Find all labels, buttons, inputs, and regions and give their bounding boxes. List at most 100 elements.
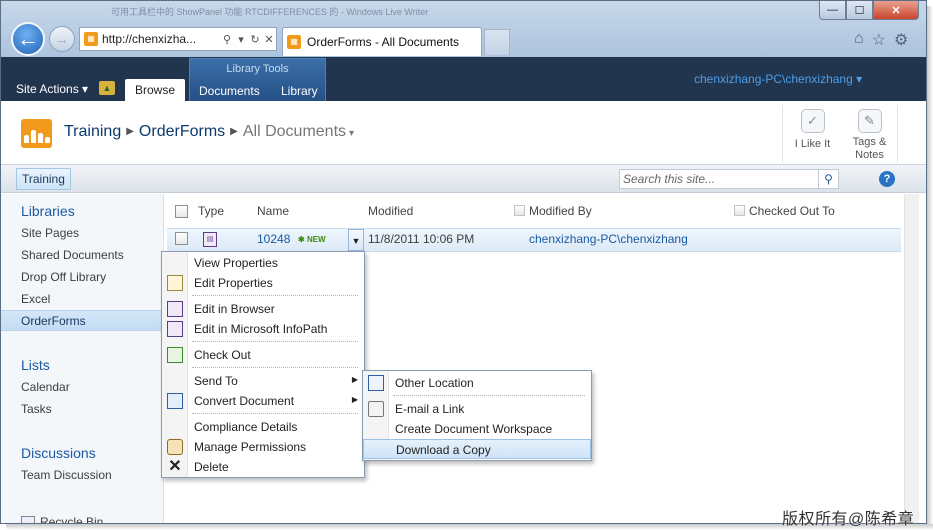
breadcrumb-training[interactable]: Training xyxy=(64,123,121,140)
tab-documents[interactable]: Documents xyxy=(199,84,260,98)
ql-item-orderforms[interactable]: OrderForms xyxy=(1,310,164,331)
chevron-down-icon: ▼ xyxy=(351,236,361,246)
ql-lists-heading[interactable]: Lists xyxy=(21,357,50,373)
browser-window: 可用工具栏中的 ShowPanel 功能 RTCDIFFERENCES 的 - … xyxy=(0,0,927,524)
ql-item-drop-off-library[interactable]: Drop Off Library xyxy=(21,270,106,284)
tab-library[interactable]: Library xyxy=(281,84,318,98)
column-checkbox-checked-out[interactable] xyxy=(734,205,745,216)
menu-item-convert-document[interactable]: Convert Document ▶ xyxy=(162,391,364,411)
tags-notes-button[interactable]: ✎ Tags & Notes xyxy=(842,105,898,163)
stop-icon[interactable]: ✕ xyxy=(262,33,276,46)
menu-item-create-document-workspace[interactable]: Create Document Workspace xyxy=(363,419,591,439)
menu-item-manage-permissions[interactable]: Manage Permissions xyxy=(162,437,364,457)
menu-item-view-properties[interactable]: View Properties xyxy=(162,253,364,273)
site-actions-menu[interactable]: Site Actions ▾ xyxy=(16,82,88,96)
maximize-button[interactable]: ☐ xyxy=(846,1,873,20)
back-button[interactable]: ← xyxy=(11,22,45,56)
ql-item-calendar[interactable]: Calendar xyxy=(21,380,70,394)
row-checkbox[interactable] xyxy=(175,232,188,245)
other-location-icon xyxy=(368,375,384,391)
i-like-it-label: I Like It xyxy=(794,138,831,150)
menu-item-other-location[interactable]: Other Location xyxy=(363,373,591,393)
view-dropdown-icon[interactable]: ▾ xyxy=(349,128,354,139)
ql-item-tasks[interactable]: Tasks xyxy=(21,402,52,416)
send-to-submenu: Other Location E-mail a Link Create Docu… xyxy=(362,370,592,461)
infopath-icon xyxy=(167,321,183,337)
column-header-type[interactable]: Type xyxy=(198,204,224,218)
item-menu-dropdown[interactable]: ▼ xyxy=(348,229,364,251)
arrow-left-icon: ← xyxy=(17,26,39,51)
refresh-icon[interactable]: ↻ xyxy=(248,33,262,46)
menu-item-email-a-link[interactable]: E-mail a Link xyxy=(363,399,591,419)
i-like-it-button[interactable]: ✓ I Like It xyxy=(782,105,842,163)
navigate-up-icon[interactable]: ▲ xyxy=(99,81,115,95)
recycle-bin-icon xyxy=(21,516,35,523)
menu-item-edit-in-browser[interactable]: Edit in Browser xyxy=(162,299,364,319)
breadcrumb-view[interactable]: All Documents xyxy=(243,123,346,140)
document-name-link[interactable]: 10248 xyxy=(257,232,290,246)
delete-icon: ✕ xyxy=(168,458,182,475)
modified-date: 11/8/2011 10:06 PM xyxy=(368,232,475,246)
tab-browse[interactable]: Browse xyxy=(125,79,185,101)
ql-item-team-discussion[interactable]: Team Discussion xyxy=(21,468,112,482)
convert-document-icon xyxy=(167,393,183,409)
vertical-scrollbar[interactable] xyxy=(904,194,919,523)
menu-item-check-out[interactable]: Check Out xyxy=(162,345,364,365)
address-bar[interactable]: ▦ http://chenxizha... ⚲ ▾ ↻ ✕ xyxy=(79,27,277,51)
modified-by-link[interactable]: chenxizhang-PC\chenxizhang xyxy=(529,232,688,246)
menu-separator xyxy=(192,295,358,296)
menu-item-download-a-copy[interactable]: Download a Copy xyxy=(363,439,591,459)
new-tab-button[interactable] xyxy=(484,29,510,55)
menu-item-edit-in-infopath[interactable]: Edit in Microsoft InfoPath xyxy=(162,319,364,339)
search-icon: ⚲ xyxy=(824,172,833,186)
column-header-name[interactable]: Name xyxy=(257,204,289,218)
menu-separator xyxy=(192,367,358,368)
close-button[interactable]: ✕ xyxy=(873,1,919,20)
ql-item-site-pages[interactable]: Site Pages xyxy=(21,226,79,240)
menu-item-compliance-details[interactable]: Compliance Details xyxy=(162,417,364,437)
ql-discussions-heading[interactable]: Discussions xyxy=(21,445,96,461)
breadcrumb-arrow-icon: ▶ xyxy=(126,126,134,137)
menu-separator xyxy=(393,395,585,396)
top-nav-training[interactable]: Training xyxy=(16,168,71,190)
edit-properties-icon xyxy=(167,275,183,291)
menu-item-send-to[interactable]: Send To ▶ xyxy=(162,371,364,391)
ql-libraries-heading[interactable]: Libraries xyxy=(21,203,75,219)
browser-toolbar-icons: ⌂ ☆ ⚙ xyxy=(854,30,908,50)
thumbs-up-tag-icon: ✓ xyxy=(800,109,825,133)
edit-in-browser-icon xyxy=(167,301,183,317)
search-icon[interactable]: ⚲ xyxy=(220,33,234,46)
site-logo[interactable] xyxy=(21,119,52,148)
tab-title: OrderForms - All Documents xyxy=(307,35,460,49)
menu-item-edit-properties[interactable]: Edit Properties xyxy=(162,273,364,293)
submenu-arrow-icon: ▶ xyxy=(351,395,358,404)
forward-button[interactable]: → xyxy=(49,26,75,52)
user-menu[interactable]: chenxizhang-PC\chenxizhang ▾ xyxy=(694,72,862,86)
dropdown-icon[interactable]: ▾ xyxy=(234,33,248,46)
library-tools-label: Library Tools xyxy=(226,63,289,75)
select-all-checkbox[interactable] xyxy=(175,205,188,218)
tag-note-icon: ✎ xyxy=(857,109,882,133)
address-url[interactable]: http://chenxizha... xyxy=(102,32,220,46)
column-header-modified[interactable]: Modified xyxy=(368,204,413,218)
minimize-button[interactable]: — xyxy=(819,1,846,20)
home-icon[interactable]: ⌂ xyxy=(854,30,864,50)
browser-tab[interactable]: ▦ OrderForms - All Documents xyxy=(282,27,482,56)
recycle-bin-link[interactable]: Recycle Bin xyxy=(21,515,103,523)
arrow-right-icon: → xyxy=(55,31,69,47)
window-title: 可用工具栏中的 ShowPanel 功能 RTCDIFFERENCES 的 - … xyxy=(111,7,429,17)
search-button[interactable]: ⚲ xyxy=(819,169,839,189)
favorites-icon[interactable]: ☆ xyxy=(872,30,886,50)
column-checkbox-modified-by[interactable] xyxy=(514,205,525,216)
menu-item-delete[interactable]: ✕ Delete xyxy=(162,457,364,477)
breadcrumb-orderforms[interactable]: OrderForms xyxy=(139,123,225,140)
watermark: 版权所有@陈希章 xyxy=(782,511,915,528)
column-header-checked-out-to[interactable]: Checked Out To xyxy=(749,204,835,218)
menu-separator xyxy=(192,341,358,342)
search-input[interactable]: Search this site... xyxy=(619,169,819,189)
ql-item-excel[interactable]: Excel xyxy=(21,292,50,306)
column-header-modified-by[interactable]: Modified By xyxy=(529,204,592,218)
tools-icon[interactable]: ⚙ xyxy=(894,30,908,50)
ql-item-shared-documents[interactable]: Shared Documents xyxy=(21,248,124,262)
help-icon[interactable]: ? xyxy=(879,171,895,187)
